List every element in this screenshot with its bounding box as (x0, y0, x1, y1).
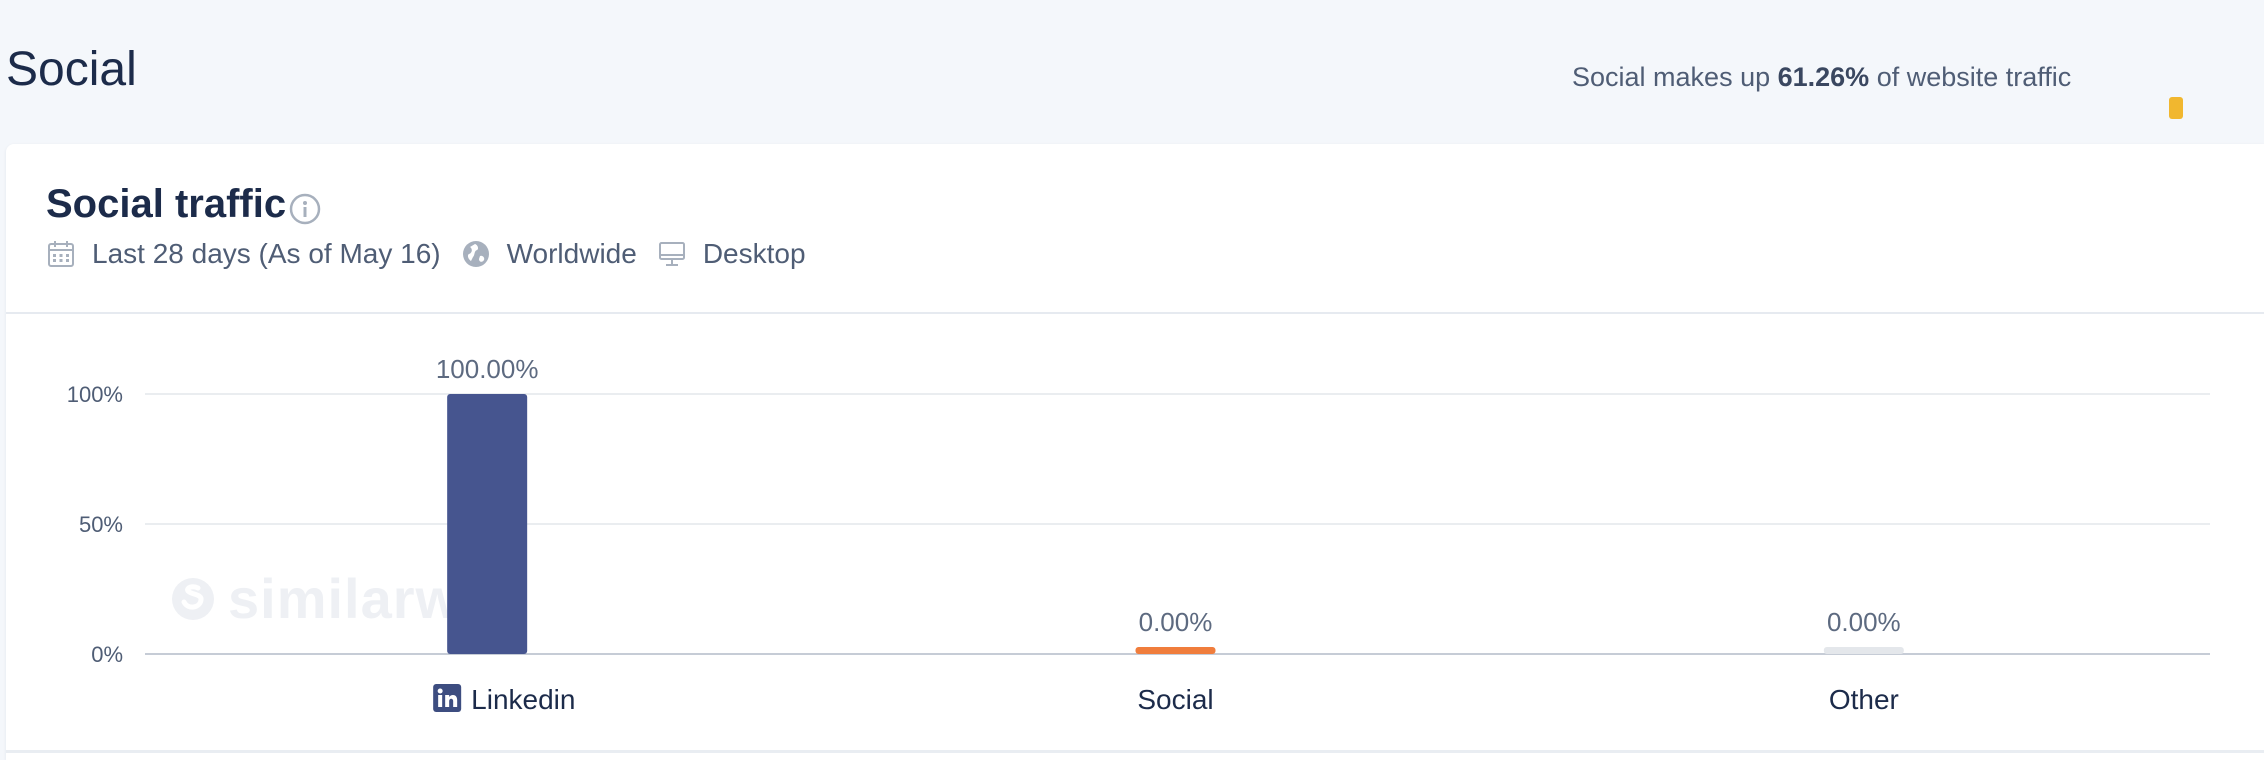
linkedin-icon-bar (438, 695, 443, 707)
data-label: 0.00% (1827, 607, 1901, 637)
data-label: 100.00% (436, 354, 539, 384)
y-tick-label: 0% (91, 642, 123, 667)
bar-linkedin (447, 394, 528, 654)
x-tick-label: Linkedin (471, 684, 575, 715)
data-label: 0.00% (1139, 607, 1213, 637)
linkedin-icon-dot (437, 688, 443, 694)
social-traffic-chart: 0% 50% 100% 100.00% Linkedin 0.00% Social 0.00%… (67, 354, 2210, 715)
x-tick-label: Other (1829, 684, 1899, 715)
y-tick-label: 100% (67, 382, 123, 407)
bar-social (1135, 647, 1216, 654)
bar-other (1823, 647, 1904, 654)
y-tick-label: 50% (79, 512, 123, 537)
card-bottom-border (6, 750, 2264, 753)
x-tick-label: Social (1137, 684, 1213, 715)
